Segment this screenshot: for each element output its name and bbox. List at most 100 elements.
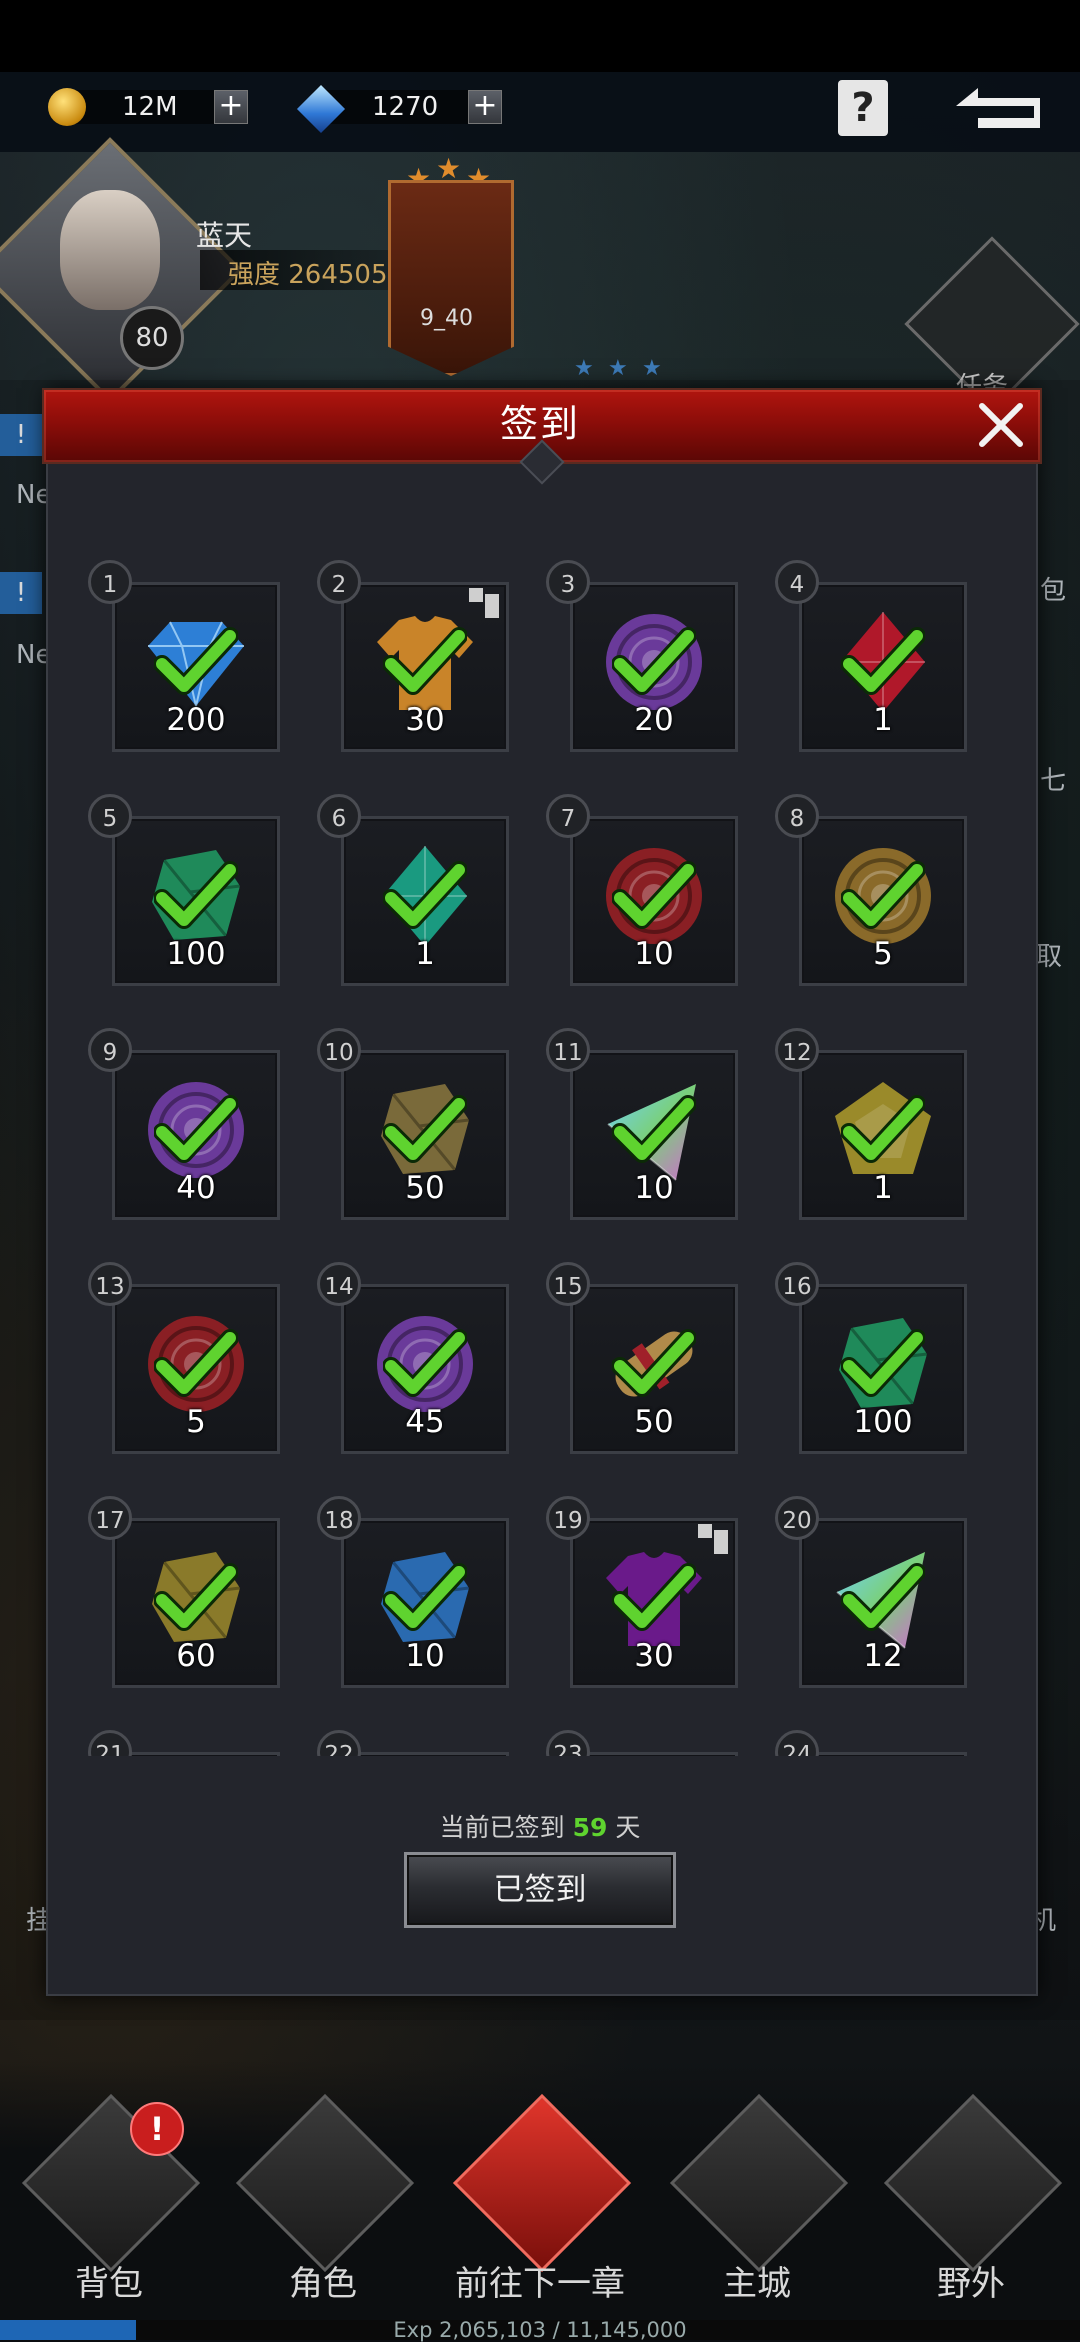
day-number-badge: 10 bbox=[317, 1028, 361, 1072]
nav-label: 角色 bbox=[289, 2264, 357, 2304]
reward-quantity: 50 bbox=[405, 1170, 445, 1206]
checkmark-icon bbox=[612, 861, 696, 929]
player-level-badge: 80 bbox=[120, 306, 184, 370]
reward-quantity: 5 bbox=[873, 936, 893, 972]
day-number-badge: 22 bbox=[317, 1730, 361, 1756]
nav-hero[interactable]: 角色 bbox=[235, 2093, 415, 2304]
checkmark-icon bbox=[841, 627, 925, 695]
reward-cell[interactable]: 50 15 bbox=[546, 1262, 738, 1454]
signed-suffix: 天 bbox=[615, 1813, 641, 1842]
nav-next-chapter[interactable]: 前往下一章 bbox=[452, 2093, 632, 2304]
day-number-badge: 21 bbox=[88, 1730, 132, 1756]
signed-in-button[interactable]: 已签到 bbox=[404, 1852, 676, 1928]
add-gems-button[interactable]: + bbox=[468, 90, 502, 124]
checkmark-icon bbox=[612, 1563, 696, 1631]
reward-cell[interactable]: 100 5 bbox=[88, 794, 280, 986]
reward-quantity: 40 bbox=[176, 1170, 216, 1206]
reward-grid: 200 1 30 2 20 3 1 4 100 5 1 6 10 7 5 8 40 9 50 10 10 11 1 12 5 13… bbox=[60, 540, 1020, 1756]
reward-quantity: 30 bbox=[634, 1638, 674, 1674]
reward-cell[interactable]: 16 bbox=[317, 794, 509, 986]
day-number-badge: 15 bbox=[546, 1262, 590, 1306]
gold-amount: 12M bbox=[122, 92, 178, 122]
reward-cell[interactable]: 14 bbox=[775, 560, 967, 752]
day-number-badge: 13 bbox=[88, 1262, 132, 1306]
reward-cell[interactable]: 24 bbox=[775, 1730, 967, 1756]
signed-days-text: 当前已签到 59 天 bbox=[0, 1808, 1080, 1844]
wilderness-icon bbox=[883, 2093, 1063, 2273]
day-number-badge: 5 bbox=[88, 794, 132, 838]
day-number-badge: 20 bbox=[775, 1496, 819, 1540]
reward-cell[interactable]: 23 bbox=[546, 1730, 738, 1756]
day-number-badge: 2 bbox=[317, 560, 361, 604]
reward-cell[interactable]: 50 10 bbox=[317, 1028, 509, 1220]
reward-cell[interactable]: 60 17 bbox=[88, 1496, 280, 1688]
day-number-badge: 19 bbox=[546, 1496, 590, 1540]
blue-star-icon: ★ bbox=[574, 356, 594, 381]
reward-cell[interactable]: 100 16 bbox=[775, 1262, 967, 1454]
reward-cell[interactable]: 58 bbox=[775, 794, 967, 986]
reward-quantity: 60 bbox=[176, 1638, 216, 1674]
reward-quantity: 1 bbox=[415, 936, 435, 972]
day-number-badge: 23 bbox=[546, 1730, 590, 1756]
checkmark-icon bbox=[841, 1095, 925, 1163]
reward-frame bbox=[341, 1752, 509, 1756]
reward-quantity: 100 bbox=[166, 936, 226, 972]
checkmark-icon bbox=[154, 1095, 238, 1163]
close-icon[interactable] bbox=[968, 392, 1034, 458]
reward-quantity: 1 bbox=[873, 702, 893, 738]
checkmark-icon bbox=[154, 861, 238, 929]
reward-quantity: 50 bbox=[634, 1404, 674, 1440]
character-icon bbox=[235, 2093, 415, 2273]
reward-cell[interactable]: 40 9 bbox=[88, 1028, 280, 1220]
reward-cell[interactable]: 1 12 bbox=[775, 1028, 967, 1220]
reward-quantity: 12 bbox=[863, 1638, 903, 1674]
day-number-badge: 9 bbox=[88, 1028, 132, 1072]
reward-cell[interactable]: 10 7 bbox=[546, 794, 738, 986]
checkmark-icon bbox=[154, 1563, 238, 1631]
checkmark-icon bbox=[841, 861, 925, 929]
reward-quantity: 20 bbox=[634, 702, 674, 738]
checkmark-icon bbox=[154, 1329, 238, 1397]
help-button[interactable]: ? bbox=[838, 80, 888, 136]
reward-cell[interactable]: 5 13 bbox=[88, 1262, 280, 1454]
day-number-badge: 3 bbox=[546, 560, 590, 604]
reward-cell[interactable]: 30 19 bbox=[546, 1496, 738, 1688]
day-number-badge: 8 bbox=[775, 794, 819, 838]
multi-item-icon bbox=[698, 1524, 728, 1554]
signed-prefix: 当前已签到 bbox=[439, 1813, 565, 1842]
reward-cell[interactable]: 45 14 bbox=[317, 1262, 509, 1454]
reward-cell[interactable]: 12 20 bbox=[775, 1496, 967, 1688]
nav-field[interactable]: 野外 bbox=[883, 2093, 1063, 2304]
back-arrow-icon[interactable] bbox=[952, 84, 1048, 134]
reward-cell[interactable]: 30 2 bbox=[317, 560, 509, 752]
reward-cell[interactable]: 21 bbox=[88, 1730, 280, 1756]
day-number-badge: 12 bbox=[775, 1028, 819, 1072]
nav-label: 野外 bbox=[937, 2264, 1005, 2304]
chapter-banner[interactable] bbox=[388, 180, 514, 376]
checkmark-icon bbox=[383, 1329, 467, 1397]
checkmark-icon bbox=[383, 627, 467, 695]
gold-coin-icon bbox=[48, 88, 86, 126]
day-number-badge: 11 bbox=[546, 1028, 590, 1072]
day-number-badge: 6 bbox=[317, 794, 361, 838]
reward-cell[interactable]: 20 3 bbox=[546, 560, 738, 752]
reward-cell[interactable]: 10 18 bbox=[317, 1496, 509, 1688]
add-gold-button[interactable]: + bbox=[214, 90, 248, 124]
chapter-label: 9_40 bbox=[420, 306, 473, 331]
demon-skull-icon bbox=[452, 2093, 632, 2273]
resource-bar: 12M + 1270 + bbox=[0, 72, 1080, 152]
alert-badge: ! bbox=[130, 2102, 184, 2156]
reward-quantity: 30 bbox=[405, 702, 445, 738]
reward-cell[interactable]: 22 bbox=[317, 1730, 509, 1756]
player-power: 强度 264505 bbox=[228, 260, 388, 290]
day-number-badge: 24 bbox=[775, 1730, 819, 1756]
checkmark-icon bbox=[383, 1563, 467, 1631]
reward-cell[interactable]: 10 11 bbox=[546, 1028, 738, 1220]
day-number-badge: 14 bbox=[317, 1262, 361, 1306]
nav-city[interactable]: 主城 bbox=[669, 2093, 849, 2304]
nav-label: 主城 bbox=[723, 2264, 791, 2304]
checkmark-icon bbox=[612, 1095, 696, 1163]
blue-star-icon: ★ bbox=[608, 356, 628, 381]
castle-icon bbox=[669, 2093, 849, 2273]
reward-cell[interactable]: 200 1 bbox=[88, 560, 280, 752]
